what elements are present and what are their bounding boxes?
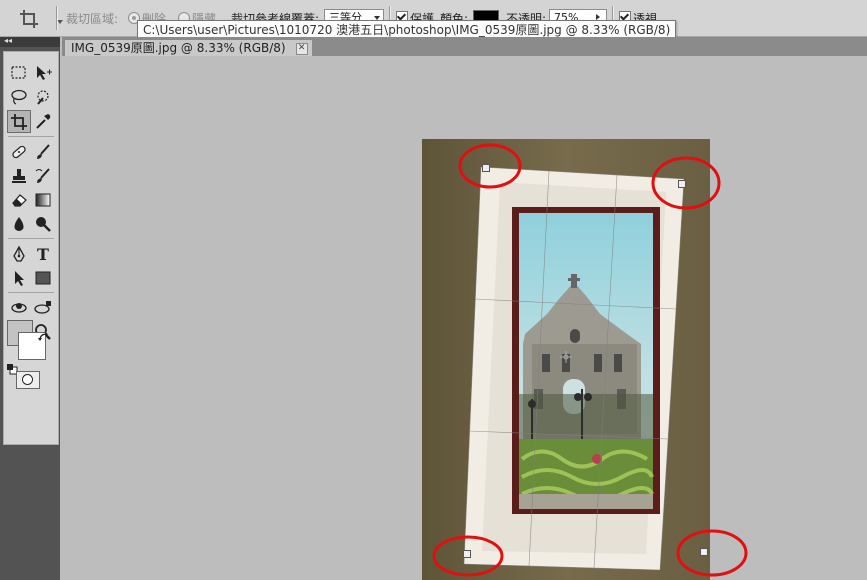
eraser-tool[interactable] [8, 189, 30, 210]
stamp-icon [12, 169, 26, 183]
history-brush-icon [35, 168, 50, 183]
tools-separator [8, 238, 54, 239]
collapse-icon[interactable]: ◂◂ [4, 36, 12, 46]
rectangular-marquee-icon [11, 66, 26, 79]
marquee-tool[interactable] [8, 62, 30, 83]
rectangle-shape-icon [35, 271, 51, 285]
quick-selection-tool[interactable] [32, 86, 54, 107]
blur-tool[interactable] [8, 213, 30, 234]
path-selection-tool[interactable] [8, 267, 30, 288]
brush-icon [37, 144, 50, 159]
bandage-icon [12, 145, 26, 159]
svg-text:T: T [37, 245, 49, 263]
annotation-overlay [432, 143, 748, 577]
close-icon[interactable]: ✕ [295, 43, 308, 55]
crop-icon [11, 114, 27, 130]
swap-colors-icon[interactable] [38, 331, 50, 343]
crop-area-label: 裁切區域: [66, 12, 119, 26]
eraser-icon [12, 194, 27, 207]
eyedropper-tool[interactable] [32, 110, 54, 131]
eyedropper-icon [36, 114, 51, 129]
pen-tool[interactable] [8, 243, 30, 264]
document-tab[interactable]: IMG_0539原圖.jpg @ 8.33% (RGB/8) ✕ [64, 39, 313, 57]
tools-panel-header[interactable]: ◂◂ [0, 36, 60, 47]
annotation-circle-bottom-right [676, 529, 748, 577]
history-brush-tool[interactable] [32, 165, 54, 186]
gradient-tool[interactable] [32, 189, 54, 210]
tools-separator [8, 292, 54, 293]
type-tool[interactable]: T [32, 243, 54, 264]
healing-brush-tool[interactable] [8, 141, 30, 162]
crop-tool-preset-button[interactable] [14, 6, 63, 32]
document-tab-title: IMG_0539原圖.jpg @ 8.33% (RGB/8) [71, 41, 286, 55]
annotation-circle-top-right [651, 156, 721, 210]
lasso-icon [11, 89, 27, 105]
brush-tool[interactable] [32, 141, 54, 162]
3d-rotate-icon [11, 303, 27, 313]
move-icon [37, 66, 52, 80]
options-separator [56, 6, 58, 30]
gradient-icon [35, 193, 51, 207]
canvas-area[interactable] [62, 56, 867, 580]
crop-icon [20, 10, 38, 28]
dodge-tool[interactable] [32, 213, 54, 234]
type-icon: T [37, 245, 49, 263]
quick-selection-icon [37, 90, 49, 105]
clone-stamp-tool[interactable] [8, 165, 30, 186]
move-tool[interactable] [32, 62, 54, 83]
quick-mask-button[interactable] [16, 371, 40, 389]
crop-tool[interactable] [7, 110, 31, 133]
document-tab-strip: IMG_0539原圖.jpg @ 8.33% (RGB/8) ✕ [62, 37, 867, 57]
tools-separator [8, 136, 54, 137]
annotation-circle-bottom-left [432, 535, 504, 577]
3d-orbit-tool[interactable] [32, 297, 54, 318]
annotation-circle-top-left [458, 143, 522, 189]
3d-orbit-icon [34, 301, 51, 314]
3d-rotate-tool[interactable] [8, 297, 30, 318]
magnifier-dodge-icon [36, 217, 51, 232]
water-drop-icon [14, 217, 24, 231]
rectangle-tool[interactable] [32, 267, 54, 288]
lasso-tool[interactable] [8, 86, 30, 107]
pen-icon [13, 245, 25, 262]
tools-panel: ◂◂ T [0, 36, 60, 580]
arrow-cursor-icon [15, 271, 24, 286]
